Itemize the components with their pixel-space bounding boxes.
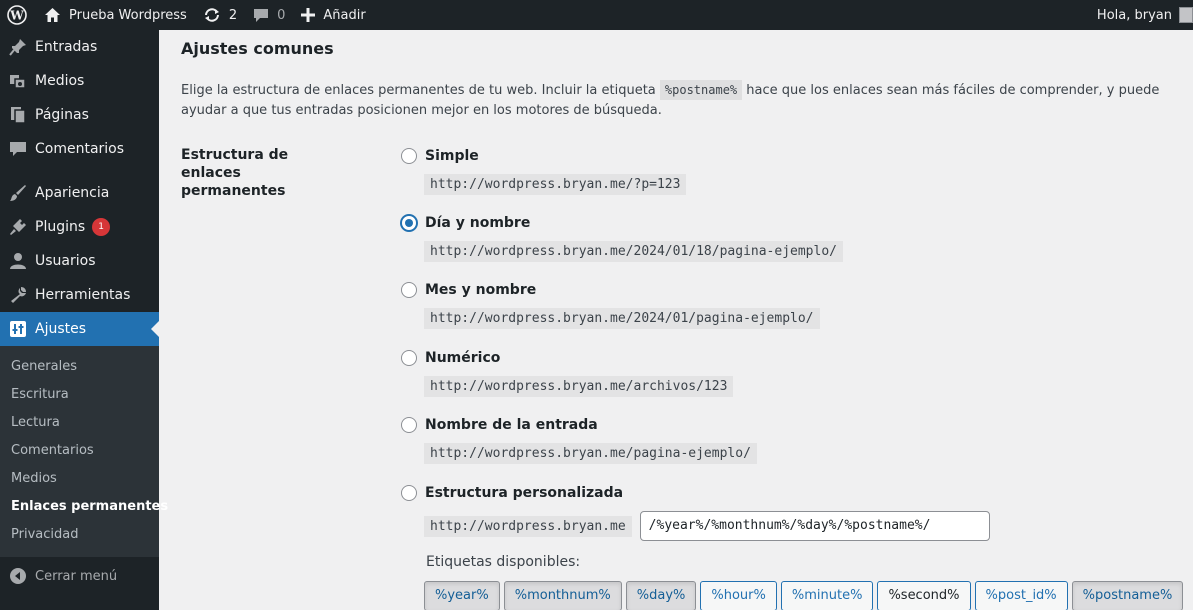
menu-label: Apariencia: [35, 185, 110, 201]
tag-year-button[interactable]: %year%: [424, 581, 500, 610]
media-icon: [8, 71, 28, 91]
option-url: http://wordpress.bryan.me/archivos/123: [424, 376, 734, 397]
wordpress-logo-icon[interactable]: W: [0, 0, 34, 30]
comments-count: 0: [277, 7, 286, 23]
tag-second-button[interactable]: %second%: [877, 581, 971, 610]
tag-post-id-button[interactable]: %post_id%: [974, 581, 1068, 610]
menu-item-herramientas[interactable]: Herramientas: [0, 278, 159, 312]
new-content-link[interactable]: Añadir: [293, 0, 373, 30]
settings-icon: [8, 319, 28, 339]
menu-label: Medios: [35, 73, 85, 89]
greeting: Hola, bryan: [1096, 7, 1172, 23]
option-url: http://wordpress.bryan.me/2024/01/pagina…: [424, 308, 820, 329]
option-numerico: Numérico http://wordpress.bryan.me/archi…: [401, 348, 734, 397]
menu-item-usuarios[interactable]: Usuarios: [0, 244, 159, 278]
tag-hour-button[interactable]: %hour%: [700, 581, 777, 610]
section-title: Ajustes comunes: [181, 39, 334, 58]
option-url: http://wordpress.bryan.me/?p=123: [424, 174, 687, 195]
radio-numerico[interactable]: [401, 350, 417, 366]
update-count-badge: 1: [92, 218, 111, 236]
avatar: [1179, 7, 1193, 23]
submenu-enlaces-permanentes[interactable]: Enlaces permanentes: [0, 493, 168, 521]
radio-nombre-entrada[interactable]: [401, 417, 417, 433]
radio-dia-y-nombre[interactable]: [401, 215, 417, 231]
wrench-icon: [8, 285, 28, 305]
page-icon: [8, 105, 28, 125]
radio-simple[interactable]: [401, 148, 417, 164]
available-tags-label: Etiquetas disponibles:: [426, 554, 581, 570]
option-label[interactable]: Numérico: [425, 350, 500, 366]
option-url: http://wordpress.bryan.me/2024/01/18/pag…: [424, 241, 843, 262]
option-label[interactable]: Día y nombre: [425, 215, 530, 231]
site-name: Prueba Wordpress: [69, 7, 187, 23]
submenu-privacidad[interactable]: Privacidad: [0, 521, 159, 549]
menu-item-plugins[interactable]: Plugins 1: [0, 210, 159, 244]
submenu-lectura[interactable]: Lectura: [0, 409, 159, 437]
option-dia-y-nombre: Día y nombre http://wordpress.bryan.me/2…: [401, 213, 843, 262]
tag-day-button[interactable]: %day%: [625, 581, 697, 610]
comments-link[interactable]: 0: [245, 0, 293, 30]
submenu-generales[interactable]: Generales: [0, 353, 159, 381]
menu-label: Entradas: [35, 39, 98, 55]
menu-item-comentarios[interactable]: Comentarios: [0, 132, 159, 166]
updates-count: 2: [228, 7, 238, 23]
radio-mes-y-nombre[interactable]: [401, 282, 417, 298]
new-label: Añadir: [323, 7, 366, 23]
option-mes-y-nombre: Mes y nombre http://wordpress.bryan.me/2…: [401, 280, 820, 329]
option-label[interactable]: Simple: [425, 148, 479, 164]
available-tags: %year% %monthnum% %day% %hour% %minute% …: [424, 581, 1184, 610]
base-url: http://wordpress.bryan.me: [424, 515, 632, 537]
custom-structure-input[interactable]: /%year%/%monthnum%/%day%/%postname%/: [639, 511, 990, 541]
tag-postname-button[interactable]: %postname%: [1071, 581, 1184, 610]
my-account-link[interactable]: Hola, bryan: [1089, 0, 1193, 30]
comment-icon: [8, 139, 28, 159]
option-nombre-entrada: Nombre de la entrada http://wordpress.br…: [401, 415, 757, 464]
updates-link[interactable]: 2: [195, 0, 245, 30]
row-label: Estructura de enlaces permanentes: [181, 147, 289, 199]
admin-sidebar: Entradas Medios Páginas Comentarios Apar…: [0, 30, 168, 610]
collapse-arrow-icon: [8, 566, 28, 586]
menu-label: Usuarios: [35, 253, 96, 269]
home-icon: [45, 8, 60, 22]
option-label[interactable]: Mes y nombre: [425, 282, 536, 298]
menu-label: Páginas: [35, 107, 89, 123]
submenu-escritura[interactable]: Escritura: [0, 381, 159, 409]
collapse-menu-button[interactable]: Cerrar menú: [0, 559, 159, 593]
tag-minute-button[interactable]: %minute%: [780, 581, 874, 610]
menu-item-entradas[interactable]: Entradas: [0, 30, 159, 64]
plugin-icon: [8, 217, 28, 237]
option-label[interactable]: Estructura personalizada: [425, 485, 623, 501]
option-label[interactable]: Nombre de la entrada: [425, 417, 598, 433]
admin-bar: W Prueba Wordpress 2 0 Añadir Hola, brya…: [0, 0, 1193, 30]
svg-text:W: W: [9, 9, 24, 23]
menu-label: Ajustes: [35, 321, 87, 337]
collapse-label: Cerrar menú: [35, 568, 118, 584]
option-personalizada: Estructura personalizada http://wordpres…: [401, 483, 1184, 610]
option-url: http://wordpress.bryan.me/pagina-ejemplo…: [424, 443, 757, 464]
comment-bubble-icon: [254, 9, 269, 22]
menu-item-ajustes[interactable]: Ajustes: [0, 312, 159, 346]
settings-submenu: Generales Escritura Lectura Comentarios …: [0, 346, 168, 557]
menu-item-medios[interactable]: Medios: [0, 64, 159, 98]
refresh-icon: [204, 8, 219, 22]
submenu-medios[interactable]: Medios: [0, 465, 159, 493]
submenu-comentarios[interactable]: Comentarios: [0, 437, 159, 465]
menu-label: Plugins: [35, 219, 86, 235]
option-simple: Simple http://wordpress.bryan.me/?p=123: [401, 146, 687, 195]
menu-item-paginas[interactable]: Páginas: [0, 98, 159, 132]
brush-icon: [8, 183, 28, 203]
intro-text: Elige la estructura de enlaces permanent…: [181, 80, 1181, 121]
radio-personalizada[interactable]: [401, 485, 417, 501]
user-icon: [8, 251, 28, 271]
postname-tag: %postname%: [659, 80, 743, 100]
menu-label: Herramientas: [35, 287, 131, 303]
pushpin-icon: [8, 37, 28, 57]
tag-monthnum-button[interactable]: %monthnum%: [503, 581, 622, 610]
menu-item-apariencia[interactable]: Apariencia: [0, 176, 159, 210]
site-name-link[interactable]: Prueba Wordpress: [36, 0, 195, 30]
menu-separator: [0, 166, 159, 176]
plus-icon: [301, 8, 316, 22]
menu-label: Comentarios: [35, 141, 125, 157]
